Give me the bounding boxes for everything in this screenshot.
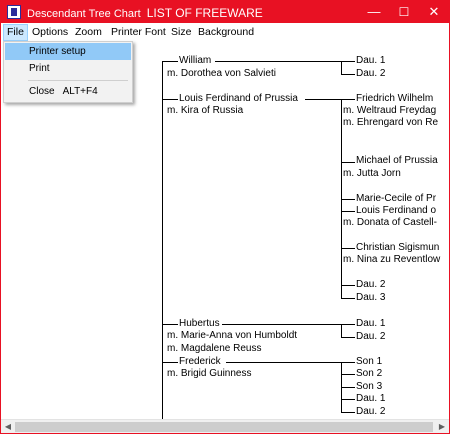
- spouse-friedrich-1: m. Weltraud Freydag: [343, 105, 437, 116]
- child-son3[interactable]: Son 3: [356, 381, 382, 393]
- menu-item-printer-setup[interactable]: Printer setup: [5, 43, 131, 60]
- connector-line: [341, 162, 355, 163]
- horizontal-scrollbar[interactable]: ◀ ▶: [1, 419, 449, 433]
- menu-bar: File Options Zoom Printer Font Size Back…: [1, 23, 449, 42]
- person-hubertus[interactable]: Hubertus: [179, 318, 220, 330]
- person-friedrich-wilhelm[interactable]: Friedrich Wilhelm: [356, 93, 433, 105]
- child-son2[interactable]: Son 2: [356, 368, 382, 380]
- connector-line: [305, 99, 341, 100]
- child-dau2[interactable]: Dau. 2: [356, 279, 385, 291]
- child-dau2[interactable]: Dau. 2: [356, 331, 385, 343]
- connector-line: [162, 362, 178, 363]
- spouse-frederick: m. Brigid Guinness: [167, 368, 252, 379]
- menu-item-print[interactable]: Print: [5, 60, 131, 77]
- connector-line: [341, 285, 355, 286]
- connector-line: [162, 324, 178, 325]
- connector-line: [341, 324, 342, 337]
- menu-item-shortcut: ALT+F4: [62, 86, 98, 97]
- child-dau1[interactable]: Dau. 1: [356, 318, 385, 330]
- spouse-michael: m. Jutta Jorn: [343, 168, 401, 179]
- close-button[interactable]: ✕: [419, 1, 449, 23]
- menu-file[interactable]: File: [3, 24, 28, 41]
- window-title-app: Descendant Tree Chart: [27, 8, 141, 20]
- person-frederick[interactable]: Frederick: [179, 356, 221, 368]
- menu-item-close[interactable]: Close ALT+F4: [5, 83, 131, 100]
- child-son1[interactable]: Son 1: [356, 356, 382, 368]
- connector-line: [215, 61, 341, 62]
- connector-line: [341, 412, 355, 413]
- connector-line: [341, 298, 355, 299]
- menu-zoom[interactable]: Zoom: [72, 25, 105, 40]
- person-william[interactable]: William: [179, 55, 211, 67]
- scrollbar-thumb[interactable]: [15, 422, 433, 432]
- window-title: Descendant Tree Chart LIST OF FREEWARE: [27, 6, 263, 20]
- spouse-friedrich-2: m. Ehrengard von Re: [343, 117, 439, 128]
- file-menu-dropdown: Printer setup Print Close ALT+F4: [3, 41, 133, 103]
- connector-line: [341, 74, 355, 75]
- person-marie-cecile[interactable]: Marie-Cecile of Pr: [356, 193, 436, 205]
- connector-line: [162, 99, 178, 100]
- title-bar[interactable]: Descendant Tree Chart LIST OF FREEWARE — …: [1, 1, 449, 23]
- connector-line: [341, 362, 355, 363]
- spouse-christian: m. Nina zu Reventlow: [343, 254, 441, 265]
- connector-line: [341, 399, 355, 400]
- child-dau3[interactable]: Dau. 3: [356, 292, 385, 304]
- app-window: Descendant Tree Chart LIST OF FREEWARE — …: [0, 0, 450, 434]
- connector-line: [341, 248, 355, 249]
- menu-item-label: Print: [29, 63, 50, 74]
- person-christian[interactable]: Christian Sigismun: [356, 242, 439, 254]
- child-dau2[interactable]: Dau. 2: [356, 68, 385, 80]
- menu-printer-font[interactable]: Printer Font: [108, 25, 169, 40]
- person-michael[interactable]: Michael of Prussia: [356, 155, 438, 167]
- connector-line: [341, 199, 355, 200]
- minimize-button[interactable]: —: [359, 1, 389, 23]
- menu-background[interactable]: Background: [195, 25, 257, 40]
- menu-size[interactable]: Size: [168, 25, 194, 40]
- connector-line: [341, 387, 355, 388]
- maximize-button[interactable]: ☐: [389, 1, 419, 23]
- connector-line: [222, 324, 341, 325]
- connector-line: [341, 211, 355, 212]
- connector-line: [226, 362, 341, 363]
- person-louis-ferdinand[interactable]: Louis Ferdinand of Prussia: [179, 93, 298, 105]
- menu-item-label: Printer setup: [29, 46, 86, 57]
- spouse-william: m. Dorothea von Salvieti: [167, 68, 276, 79]
- spouse-hubertus-1: m. Marie-Anna von Humboldt: [167, 330, 298, 341]
- menu-separator: [28, 80, 128, 81]
- app-icon[interactable]: [7, 5, 21, 19]
- scroll-left-arrow-icon[interactable]: ◀: [1, 420, 15, 433]
- menu-item-label: Close ALT+F4: [29, 83, 98, 100]
- connector-line: [341, 374, 355, 375]
- connector-line: [341, 99, 355, 100]
- person-louis-ferdinand-jr[interactable]: Louis Ferdinand o: [356, 205, 436, 217]
- child-dau1[interactable]: Dau. 1: [356, 393, 385, 405]
- spouse-louis-ferdinand-jr: m. Donata of Castell-: [343, 217, 437, 228]
- connector-line: [341, 61, 355, 62]
- connector-line: [341, 61, 342, 74]
- connector-line: [341, 337, 355, 338]
- connector-line: [162, 61, 178, 62]
- spouse-louis-ferdinand: m. Kira of Russia: [167, 105, 244, 116]
- window-title-document: LIST OF FREEWARE: [146, 6, 263, 20]
- root-connector-line: [162, 61, 163, 419]
- child-dau2[interactable]: Dau. 2: [356, 406, 385, 418]
- spouse-hubertus-2: m. Magdalene Reuss: [167, 343, 262, 354]
- menu-options[interactable]: Options: [29, 25, 71, 40]
- connector-line: [341, 324, 355, 325]
- menu-item-close-label: Close: [29, 86, 55, 97]
- scroll-right-arrow-icon[interactable]: ▶: [435, 420, 449, 433]
- child-dau1[interactable]: Dau. 1: [356, 55, 385, 67]
